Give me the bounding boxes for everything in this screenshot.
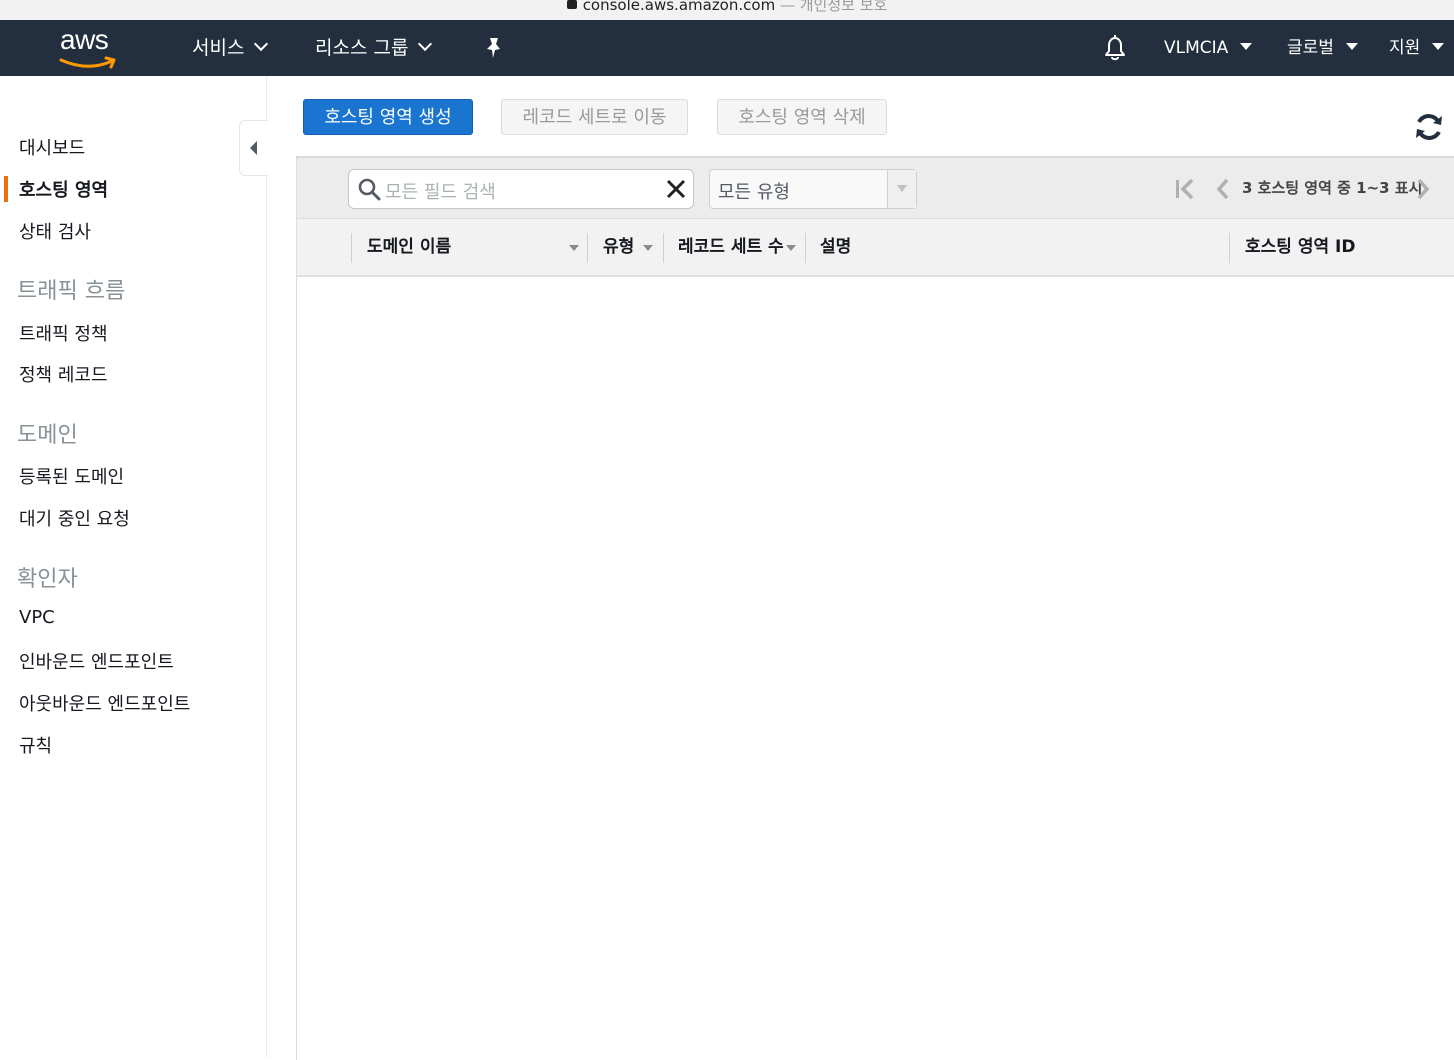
url-text: console.aws.amazon.com [582, 0, 776, 14]
caret-down-icon [1432, 43, 1445, 50]
sidebar-item-inbound-endpoints[interactable]: 인바운드 엔드포인트 [19, 648, 174, 674]
sidebar-item-hosted-zones[interactable]: 호스팅 영역 [19, 176, 108, 202]
search-icon [358, 178, 381, 201]
sidebar-heading-resolver: 확인자 [17, 567, 78, 592]
search-input[interactable]: 모든 필드 검색 [348, 169, 694, 209]
pin-icon [487, 38, 500, 58]
sidebar-item-outbound-endpoints[interactable]: 아웃바운드 엔드포인트 [19, 690, 190, 716]
type-filter-value: 모든 유형 [718, 182, 790, 203]
pagination-text: 3 호스팅 영역 중 1~3 표시 [1242, 179, 1423, 197]
region-label: 글로벌 [1287, 38, 1334, 58]
services-menu[interactable]: 서비스 [192, 20, 269, 76]
type-filter-select[interactable]: 모든 유형 [709, 169, 917, 209]
first-page-icon[interactable] [1173, 178, 1197, 200]
sidebar-item-health-checks[interactable]: 상태 검사 [19, 218, 91, 244]
column-divider [587, 233, 588, 263]
create-hosted-zone-button[interactable]: 호스팅 영역 생성 [303, 99, 473, 135]
chevron-down-icon [254, 36, 269, 52]
sidebar-item-traffic-policies[interactable]: 트래픽 정책 [19, 320, 108, 346]
sidebar-heading-domains: 도메인 [17, 423, 78, 448]
lock-icon [566, 0, 577, 9]
sort-icon[interactable] [643, 245, 653, 251]
caret-down-icon [897, 185, 907, 192]
region-menu[interactable]: 글로벌 [1287, 20, 1358, 76]
column-divider [805, 233, 806, 263]
refresh-icon [1416, 114, 1442, 140]
previous-page-icon[interactable] [1215, 178, 1231, 200]
search-placeholder: 모든 필드 검색 [385, 182, 496, 203]
account-menu[interactable]: VLMCIA [1164, 20, 1253, 76]
sidebar-item-policy-records[interactable]: 정책 레코드 [19, 361, 108, 387]
sidebar-item-pending-requests[interactable]: 대기 중인 요청 [19, 505, 130, 531]
bell-icon [1105, 35, 1125, 61]
resource-groups-menu[interactable]: 리소스 그룹 [315, 20, 433, 76]
support-menu[interactable]: 지원 [1389, 20, 1445, 76]
sidebar-item-dashboard[interactable]: 대시보드 [19, 134, 85, 160]
sort-icon[interactable] [786, 245, 796, 251]
support-label: 지원 [1389, 38, 1421, 58]
sidebar-heading-traffic-flow: 트래픽 흐름 [17, 279, 126, 304]
column-header-hosted-zone-id[interactable]: 호스팅 영역 ID [1245, 219, 1355, 275]
go-to-record-sets-button[interactable]: 레코드 세트로 이동 [501, 99, 688, 135]
account-label: VLMCIA [1164, 38, 1229, 58]
column-header-type[interactable]: 유형 [603, 219, 634, 275]
dropdown-button[interactable] [887, 170, 916, 208]
active-indicator [4, 176, 8, 202]
aws-smile-icon [59, 56, 116, 69]
sidebar-item-registered-domains[interactable]: 등록된 도메인 [19, 463, 124, 489]
sidebar: 대시보드 호스팅 영역 상태 검사 트래픽 흐름 트래픽 정책 정책 레코드 도… [0, 76, 267, 1058]
column-header-comment[interactable]: 설명 [820, 219, 851, 275]
close-icon[interactable] [665, 178, 687, 200]
services-label: 서비스 [192, 37, 245, 59]
top-nav: aws 서비스 리소스 그룹 VLMCIA 글로벌 지원 [0, 20, 1454, 76]
caret-down-icon [1345, 43, 1358, 50]
delete-hosted-zone-button[interactable]: 호스팅 영역 삭제 [717, 99, 887, 135]
caret-down-icon [1240, 43, 1253, 50]
table-header: 도메인 이름 유형 레코드 세트 수 설명 호스팅 영역 ID [297, 219, 1454, 277]
browser-url-bar[interactable]: console.aws.amazon.com — 개인정보 보호 [0, 0, 1454, 20]
column-divider [351, 233, 352, 263]
caret-left-icon [250, 141, 257, 155]
column-divider [1229, 233, 1230, 263]
chevron-down-icon [418, 36, 433, 52]
column-header-domain-name[interactable]: 도메인 이름 [367, 219, 451, 275]
sidebar-item-vpcs[interactable]: VPC [19, 607, 55, 628]
filter-toolbar: 모든 필드 검색 모든 유형 3 호스팅 영역 중 1~3 표시 [297, 158, 1454, 219]
privacy-text: — 개인정보 보호 [779, 0, 888, 14]
column-divider [663, 233, 664, 263]
sort-icon[interactable] [569, 245, 579, 251]
aws-logo[interactable]: aws [58, 24, 120, 70]
hosted-zones-panel: 모든 필드 검색 모든 유형 3 호스팅 영역 중 1~3 표시 도메인 이름 … [296, 156, 1454, 1060]
refresh-button[interactable] [1412, 110, 1446, 144]
next-page-icon[interactable] [1415, 178, 1431, 200]
column-header-record-set-count[interactable]: 레코드 세트 수 [678, 219, 784, 275]
sidebar-item-rules[interactable]: 규칙 [19, 732, 52, 758]
resource-groups-label: 리소스 그룹 [315, 37, 409, 59]
sidebar-collapse-button[interactable] [239, 120, 268, 176]
